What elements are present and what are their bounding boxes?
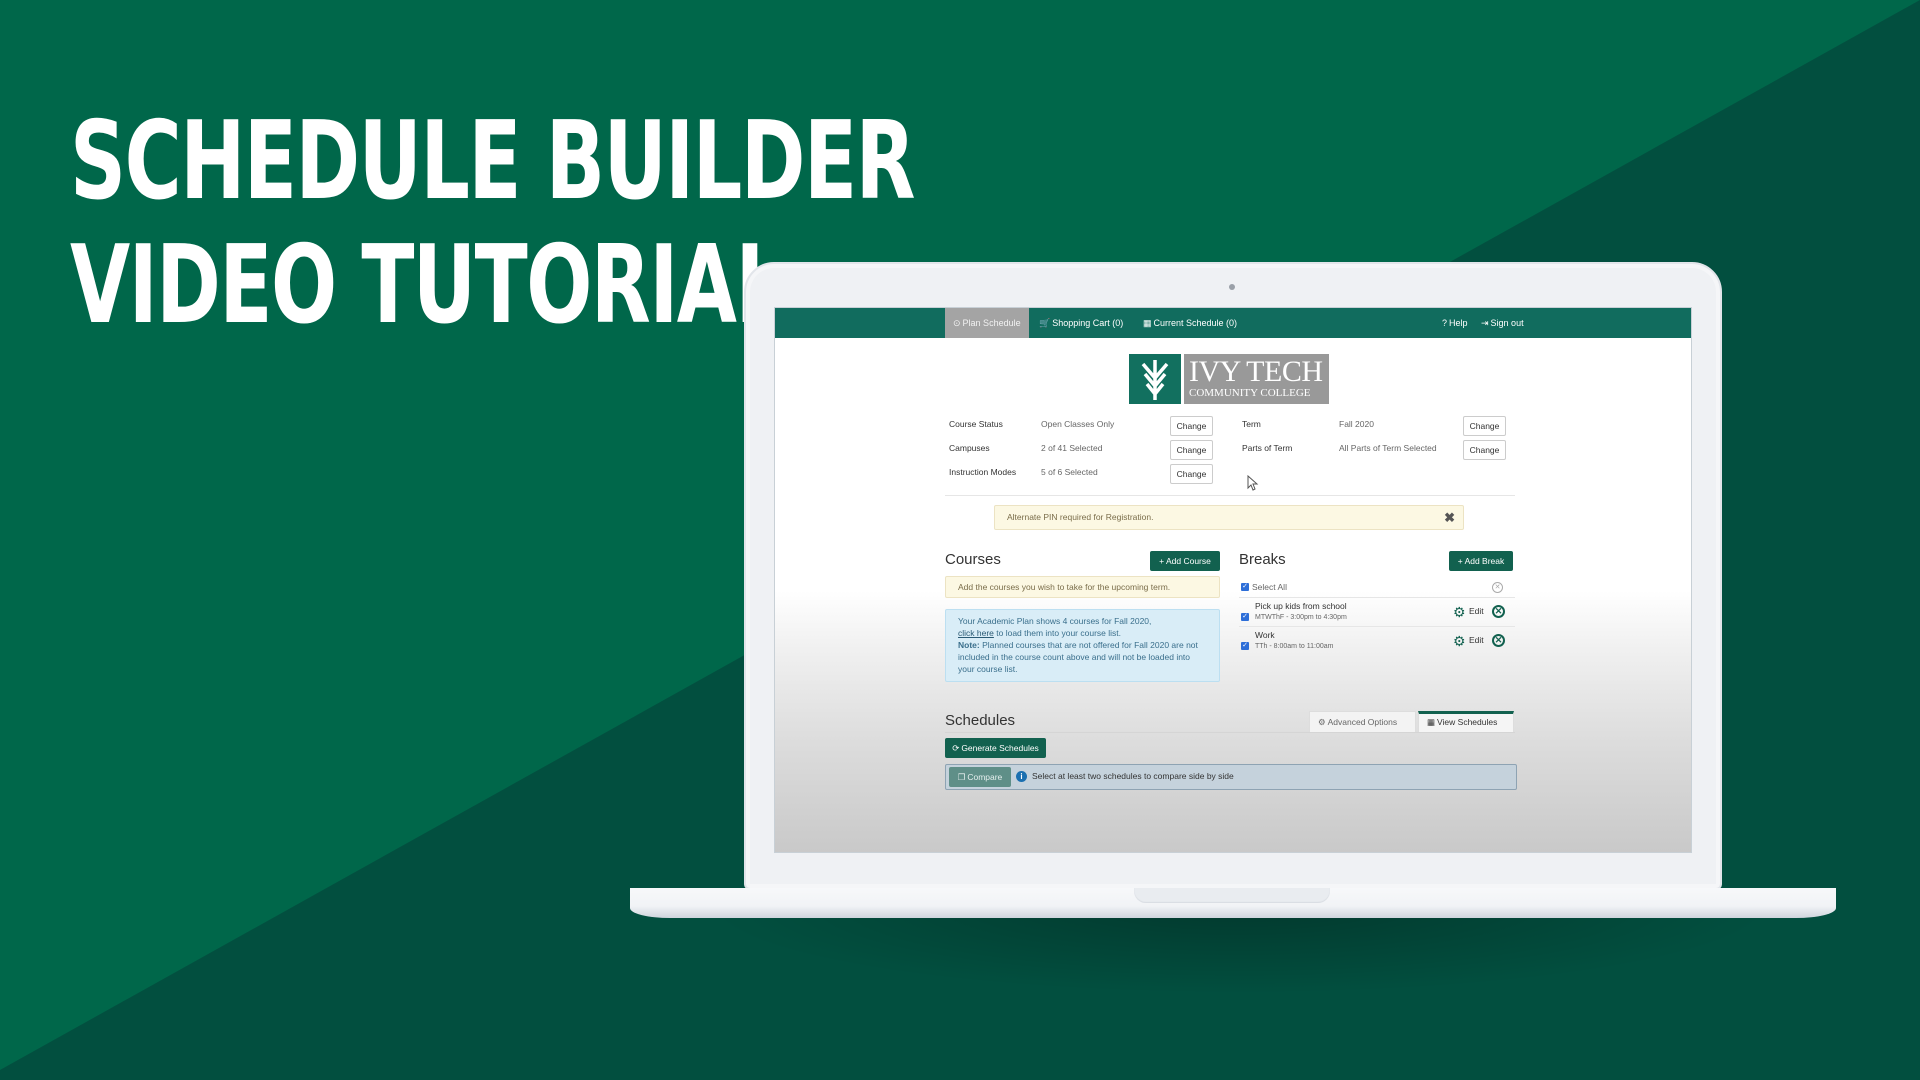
- generate-schedules-button[interactable]: ⟳ Generate Schedules: [945, 738, 1046, 758]
- compare-bar: ❐ Compare i Select at least two schedules…: [945, 764, 1517, 790]
- edit-break-button[interactable]: Edit: [1469, 606, 1484, 616]
- gear-icon[interactable]: ⚙: [1453, 605, 1466, 619]
- nav-shopping-cart[interactable]: 🛒 Shopping Cart (0): [1031, 308, 1131, 338]
- close-icon[interactable]: ✖: [1444, 510, 1455, 526]
- nav-current-schedule[interactable]: ▦ Current Schedule (0): [1135, 308, 1245, 338]
- options-divider: [945, 495, 1515, 496]
- break-time: MTWThF - 3:00pm to 4:30pm: [1255, 614, 1347, 621]
- remove-all-icon[interactable]: ✕: [1492, 582, 1503, 593]
- term-label: Term: [1242, 419, 1261, 429]
- add-course-button[interactable]: + Add Course: [1150, 551, 1220, 571]
- cogs-icon: ⚙: [1318, 717, 1326, 727]
- break-title: Work: [1255, 630, 1275, 640]
- course-status-change-button[interactable]: Change: [1170, 416, 1213, 436]
- courses-hint: Add the courses you wish to take for the…: [945, 576, 1220, 598]
- laptop-screen: ⊙ Plan Schedule 🛒 Shopping Cart (0) ▦ Curre…: [774, 307, 1692, 853]
- break-checkbox[interactable]: ✓: [1241, 642, 1249, 650]
- tab-advanced-options[interactable]: ⚙ Advanced Options: [1309, 711, 1416, 733]
- info-icon: i: [1016, 771, 1027, 782]
- nav-plan-schedule[interactable]: ⊙ Plan Schedule: [945, 308, 1029, 338]
- nav-help[interactable]: ? Help: [1434, 308, 1476, 338]
- campuses-label: Campuses: [949, 443, 990, 453]
- clock-icon: ⊙: [953, 318, 961, 328]
- select-all-checkbox[interactable]: ✓: [1241, 583, 1249, 591]
- laptop-notch: [1134, 888, 1330, 903]
- ivy-tech-logo: IVY TECH COMMUNITY COLLEGE: [1129, 354, 1329, 404]
- parts-of-term-label: Parts of Term: [1242, 443, 1293, 453]
- gear-icon[interactable]: ⚙: [1453, 634, 1466, 648]
- instruction-modes-label: Instruction Modes: [949, 467, 1017, 477]
- schedules-heading: Schedules: [945, 712, 1016, 729]
- parts-of-term-change-button[interactable]: Change: [1463, 440, 1506, 460]
- courses-heading: Courses: [945, 551, 1001, 568]
- term-value: Fall 2020: [1339, 419, 1374, 429]
- parts-of-term-value: All Parts of Term Selected: [1339, 443, 1437, 453]
- course-status-label: Course Status: [949, 419, 1003, 429]
- title-line-1: SCHEDULE BUILDER: [70, 99, 916, 224]
- select-all-label: Select All: [1252, 582, 1287, 592]
- compare-button[interactable]: ❐ Compare: [949, 767, 1011, 787]
- instruction-modes-change-button[interactable]: Change: [1170, 464, 1213, 484]
- term-change-button[interactable]: Change: [1463, 416, 1506, 436]
- logo-name: IVY TECH: [1189, 355, 1323, 388]
- logo-mark: [1129, 354, 1181, 404]
- alert-pin-required: Alternate PIN required for Registration.…: [994, 505, 1464, 530]
- add-break-button[interactable]: + Add Break: [1449, 551, 1513, 571]
- compare-hint: Select at least two schedules to compare…: [1032, 771, 1234, 781]
- campuses-change-button[interactable]: Change: [1170, 440, 1213, 460]
- sign-out-icon: ⇥: [1481, 318, 1489, 328]
- calendar-icon: ▦: [1427, 717, 1436, 727]
- breaks-heading: Breaks: [1239, 551, 1286, 568]
- copy-icon: ❐: [957, 772, 966, 782]
- edit-break-button[interactable]: Edit: [1469, 635, 1484, 645]
- remove-break-icon[interactable]: ✕: [1492, 634, 1505, 647]
- top-nav: ⊙ Plan Schedule 🛒 Shopping Cart (0) ▦ Curre…: [775, 308, 1691, 338]
- cart-icon: 🛒: [1039, 318, 1051, 328]
- break-time: TTh - 8:00am to 11:00am: [1255, 643, 1334, 650]
- laptop-camera: [1229, 284, 1235, 290]
- tab-view-schedules[interactable]: ▦ View Schedules: [1418, 711, 1514, 733]
- academic-plan-notice: Your Academic Plan shows 4 courses for F…: [945, 609, 1220, 682]
- course-status-value: Open Classes Only: [1041, 419, 1115, 429]
- nav-sign-out[interactable]: ⇥ Sign out: [1473, 308, 1532, 338]
- alert-text: Alternate PIN required for Registration.: [1007, 512, 1154, 522]
- mouse-cursor-icon: [1247, 475, 1259, 491]
- break-checkbox[interactable]: ✓: [1241, 613, 1249, 621]
- load-plan-link[interactable]: click here: [958, 628, 994, 638]
- break-title: Pick up kids from school: [1255, 601, 1347, 611]
- laptop-shadow: [700, 905, 1780, 995]
- logo-subtitle: COMMUNITY COLLEGE: [1189, 387, 1311, 399]
- campuses-value: 2 of 41 Selected: [1041, 443, 1103, 453]
- question-circle-icon: ?: [1442, 318, 1448, 328]
- refresh-icon: ⟳: [952, 743, 960, 753]
- calendar-icon: ▦: [1143, 318, 1152, 328]
- remove-break-icon[interactable]: ✕: [1492, 605, 1505, 618]
- instruction-modes-value: 5 of 6 Selected: [1041, 467, 1098, 477]
